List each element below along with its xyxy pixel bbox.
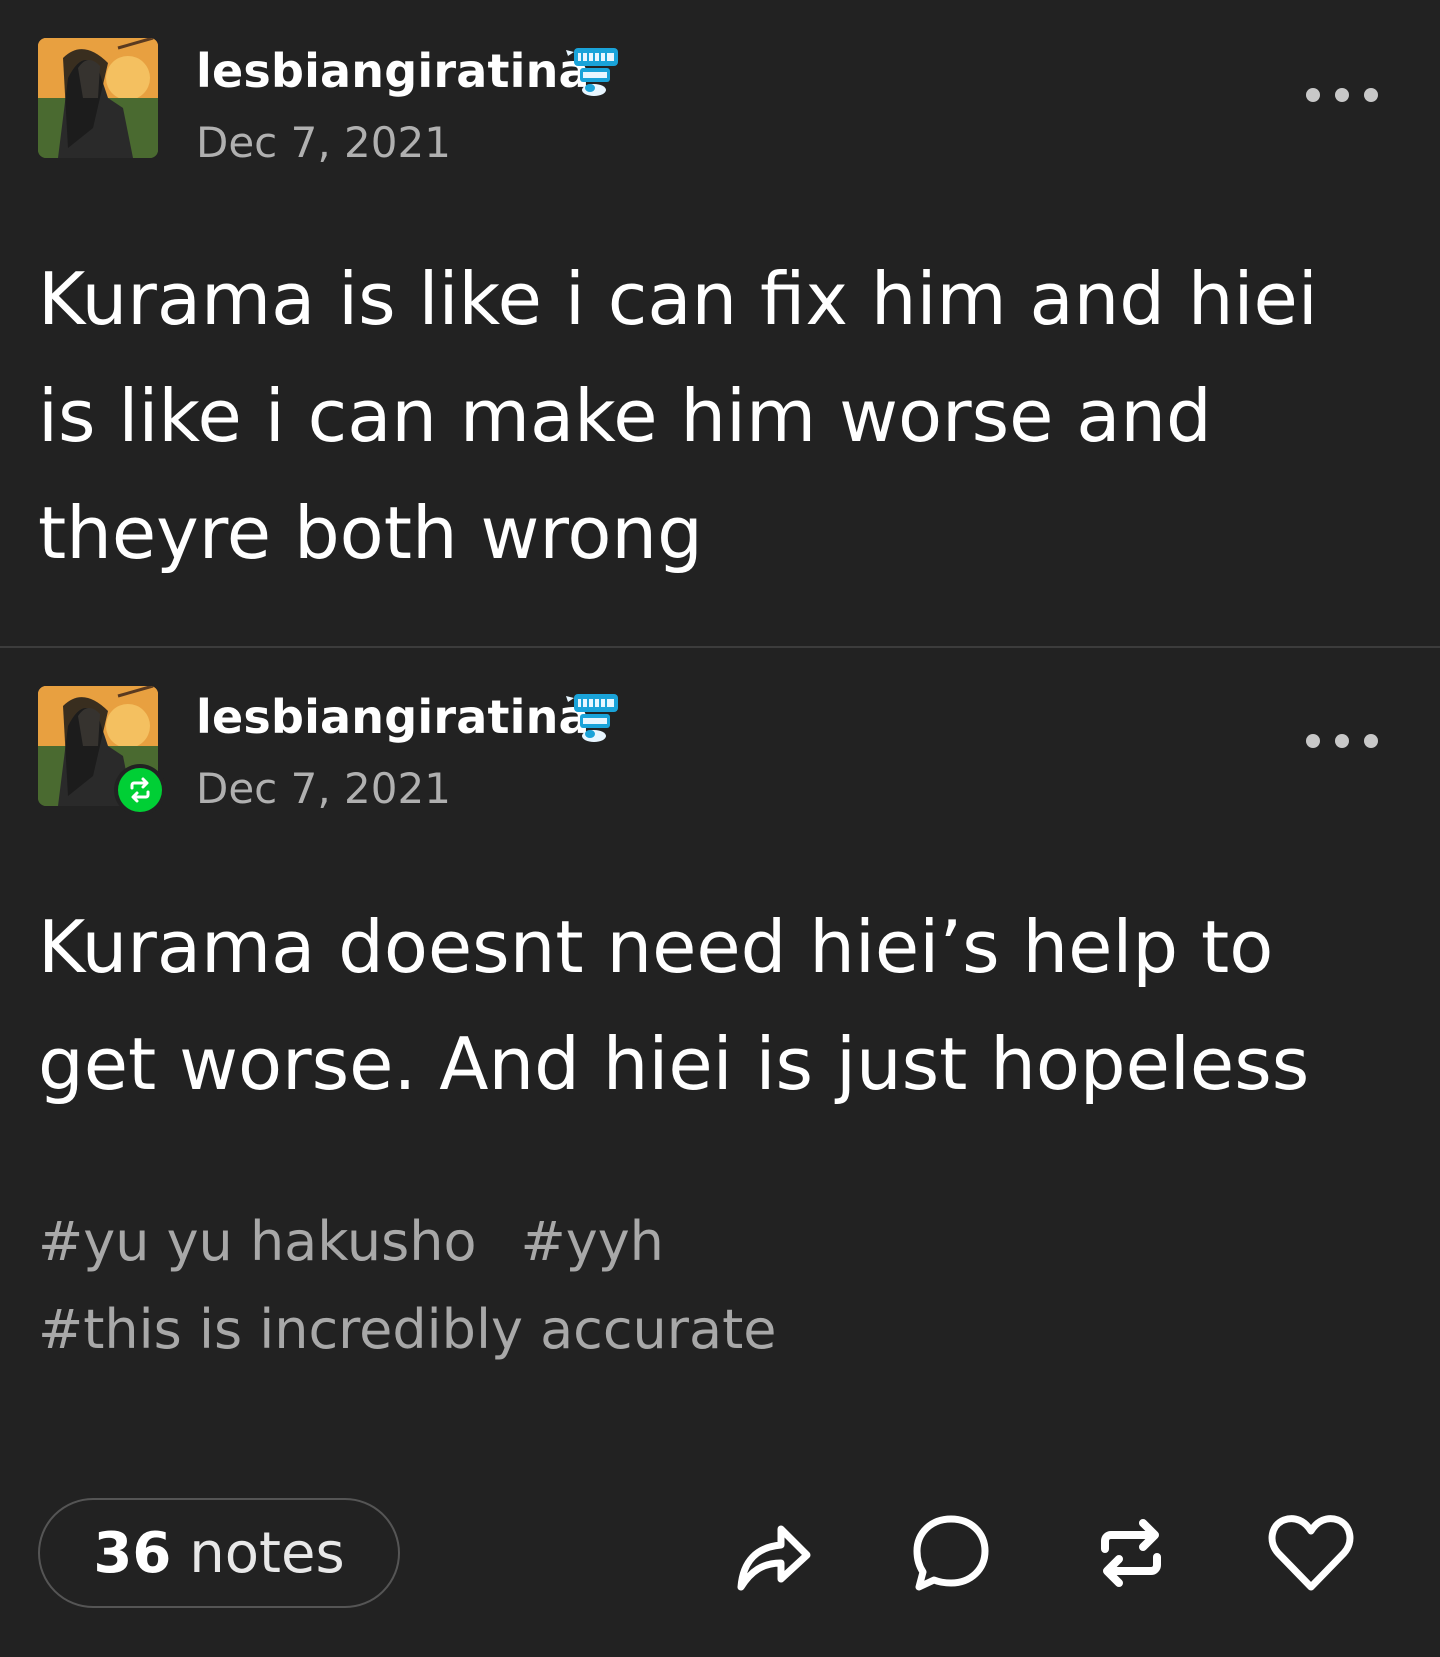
username[interactable]: lesbiangiratina (196, 44, 590, 98)
post-header-original: lesbiangiratina Dec 7, 2021 Kurama is li… (0, 0, 1440, 646)
post-date: Dec 7, 2021 (196, 764, 451, 813)
tag-link[interactable]: #this is incredibly accurate (38, 1286, 776, 1374)
post-date: Dec 7, 2021 (196, 118, 451, 167)
more-options-button[interactable] (1306, 726, 1378, 756)
notes-button[interactable]: 36 notes (38, 1498, 400, 1608)
reblog-icon (1101, 1519, 1161, 1587)
avatar[interactable] (38, 38, 158, 158)
post-body-text: Kurama is like i can fix him and hiei is… (38, 257, 1318, 575)
reply-icon (913, 1515, 989, 1591)
reblog-icon (130, 777, 150, 803)
more-options-button[interactable] (1306, 80, 1378, 110)
tag-link[interactable]: #yu yu hakusho (38, 1198, 477, 1286)
tag-list: #yu yu hakusho #yyh #this is incredibly a… (38, 1198, 1398, 1374)
teeth-badge-icon (566, 44, 624, 102)
more-dots-icon (1335, 734, 1349, 748)
share-icon (737, 1525, 811, 1591)
reblog-button[interactable] (1086, 1508, 1176, 1598)
reply-button[interactable] (906, 1508, 996, 1598)
like-icon (1268, 1515, 1354, 1591)
notes-count: 36 (93, 1520, 172, 1586)
share-button[interactable] (728, 1508, 818, 1598)
notes-label: notes (189, 1520, 345, 1586)
post-body-text: Kurama doesnt need hiei’s help to get wo… (38, 905, 1310, 1106)
teeth-badge-icon (566, 690, 624, 748)
tag-link[interactable]: #yyh (521, 1198, 664, 1286)
more-dots-icon (1364, 88, 1378, 102)
more-dots-icon (1306, 88, 1320, 102)
like-button[interactable] (1266, 1508, 1356, 1598)
reblog-badge (114, 764, 166, 816)
avatar-image (38, 38, 158, 158)
more-dots-icon (1335, 88, 1349, 102)
username[interactable]: lesbiangiratina (196, 690, 590, 744)
more-dots-icon (1364, 734, 1378, 748)
more-dots-icon (1306, 734, 1320, 748)
